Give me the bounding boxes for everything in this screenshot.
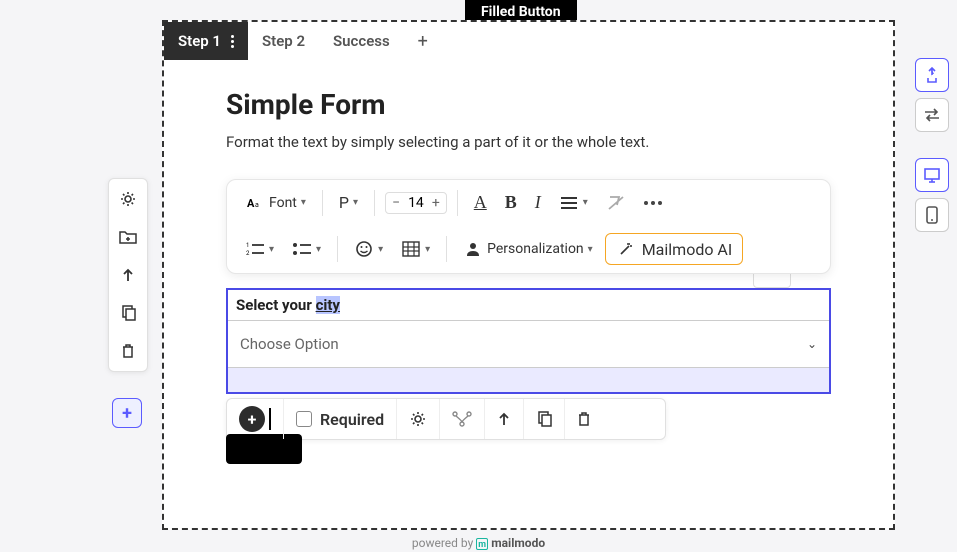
tab-success[interactable]: Success: [319, 22, 404, 60]
settings-button[interactable]: [397, 399, 440, 439]
trash-icon: [577, 411, 591, 427]
tab-step-2[interactable]: Step 2: [248, 22, 319, 60]
increase-size[interactable]: +: [432, 195, 440, 211]
magic-wand-icon: [616, 239, 636, 259]
align-button[interactable]: ▾: [553, 189, 594, 217]
settings-tool[interactable]: [118, 189, 138, 209]
font-selector[interactable]: Aa Font ▾: [239, 189, 312, 217]
required-toggle[interactable]: Required: [284, 399, 397, 439]
page-title[interactable]: Simple Form: [226, 88, 831, 121]
emoji-button[interactable]: ▾: [348, 235, 389, 263]
italic-icon: I: [535, 192, 541, 213]
move-up-tool[interactable]: [118, 265, 138, 285]
svg-text:2: 2: [246, 250, 250, 256]
numbered-list-button[interactable]: 12 ▾: [239, 235, 280, 263]
person-icon: [463, 239, 483, 259]
align-icon: [559, 193, 579, 213]
font-size-stepper[interactable]: − 14 +: [385, 192, 447, 214]
add-tab-button[interactable]: +: [404, 31, 442, 52]
clear-format-icon: [606, 193, 626, 213]
interactive-tool[interactable]: [915, 58, 949, 92]
field-label[interactable]: Select your city: [228, 290, 829, 321]
swap-tool[interactable]: [915, 98, 949, 132]
desktop-preview[interactable]: [915, 158, 949, 192]
add-field-button[interactable]: +: [227, 399, 284, 439]
svg-text:A: A: [247, 197, 255, 210]
chevron-down-icon: ▾: [269, 244, 274, 255]
text-color-button[interactable]: A: [468, 188, 493, 217]
plus-circle-icon: +: [239, 406, 265, 432]
page-subtitle[interactable]: Format the text by simply selecting a pa…: [226, 133, 831, 151]
footer: powered by m mailmodo: [0, 536, 957, 550]
chevron-down-icon: ▾: [588, 244, 593, 255]
dropdown-field[interactable]: Select your city Choose Option ⌄: [226, 288, 831, 394]
move-up-button[interactable]: [485, 399, 524, 439]
paragraph-selector[interactable]: P ▾: [333, 189, 364, 216]
chevron-down-icon: ▾: [316, 244, 321, 255]
numbered-list-icon: 12: [245, 239, 265, 259]
delete-tool[interactable]: [118, 341, 138, 361]
bullet-list-button[interactable]: ▾: [286, 235, 327, 263]
tab-bar: Step 1 Step 2 Success +: [164, 22, 893, 60]
text-toolbar: Aa Font ▾ P ▾ − 14 + A B I ▾: [226, 179, 831, 274]
tab-label: Step 1: [178, 32, 221, 50]
text-cursor: [269, 408, 271, 430]
copy-tool[interactable]: [118, 303, 138, 323]
chevron-down-icon: ▾: [353, 197, 358, 208]
add-block-button[interactable]: +: [112, 398, 142, 428]
more-button[interactable]: [638, 197, 668, 209]
copy-button[interactable]: [524, 399, 565, 439]
bullet-list-icon: [292, 239, 312, 259]
checkbox-icon: [296, 411, 312, 427]
emoji-icon: [354, 239, 374, 259]
decrease-size[interactable]: −: [392, 195, 400, 211]
selected-text: city: [316, 296, 340, 314]
bold-button[interactable]: B: [499, 188, 523, 217]
branch-icon: [452, 411, 472, 427]
right-toolbar: [915, 58, 949, 232]
chevron-down-icon: ▾: [378, 244, 383, 255]
chevron-down-icon: ⌄: [807, 337, 817, 351]
mailmodo-ai-button[interactable]: Mailmodo AI: [605, 233, 744, 265]
delete-button[interactable]: [565, 399, 603, 439]
svg-text:a: a: [255, 201, 259, 209]
font-icon: Aa: [245, 193, 265, 213]
copy-icon: [536, 411, 552, 427]
kebab-menu-icon[interactable]: [231, 35, 234, 48]
clear-format-button[interactable]: [600, 189, 632, 217]
table-button[interactable]: ▾: [395, 235, 436, 263]
content-area: Simple Form Format the text by simply se…: [164, 60, 893, 464]
arrow-up-icon: [497, 411, 511, 427]
mailmodo-logo-icon: m: [476, 538, 488, 550]
italic-button[interactable]: I: [529, 188, 547, 217]
canvas: Step 1 Step 2 Success + Simple Form Form…: [162, 20, 895, 530]
branch-button[interactable]: [440, 399, 485, 439]
dropdown-select[interactable]: Choose Option ⌄: [228, 321, 829, 368]
left-toolbar: [108, 178, 148, 372]
gear-icon: [409, 410, 427, 428]
table-icon: [401, 239, 421, 259]
add-folder-tool[interactable]: [118, 227, 138, 247]
mobile-preview[interactable]: [915, 198, 949, 232]
text-color-icon: A: [474, 192, 487, 213]
chevron-down-icon: ▾: [425, 244, 430, 255]
personalization-button[interactable]: Personalization ▾: [457, 235, 599, 263]
svg-text:1: 1: [246, 242, 249, 249]
chevron-down-icon: ▾: [301, 197, 306, 208]
tab-step-1[interactable]: Step 1: [164, 22, 248, 60]
more-icon: [644, 201, 662, 205]
chevron-down-icon: ▾: [583, 197, 588, 208]
field-footer-area[interactable]: [228, 368, 829, 392]
bold-icon: B: [505, 192, 517, 213]
field-action-bar: + Required: [226, 398, 666, 440]
